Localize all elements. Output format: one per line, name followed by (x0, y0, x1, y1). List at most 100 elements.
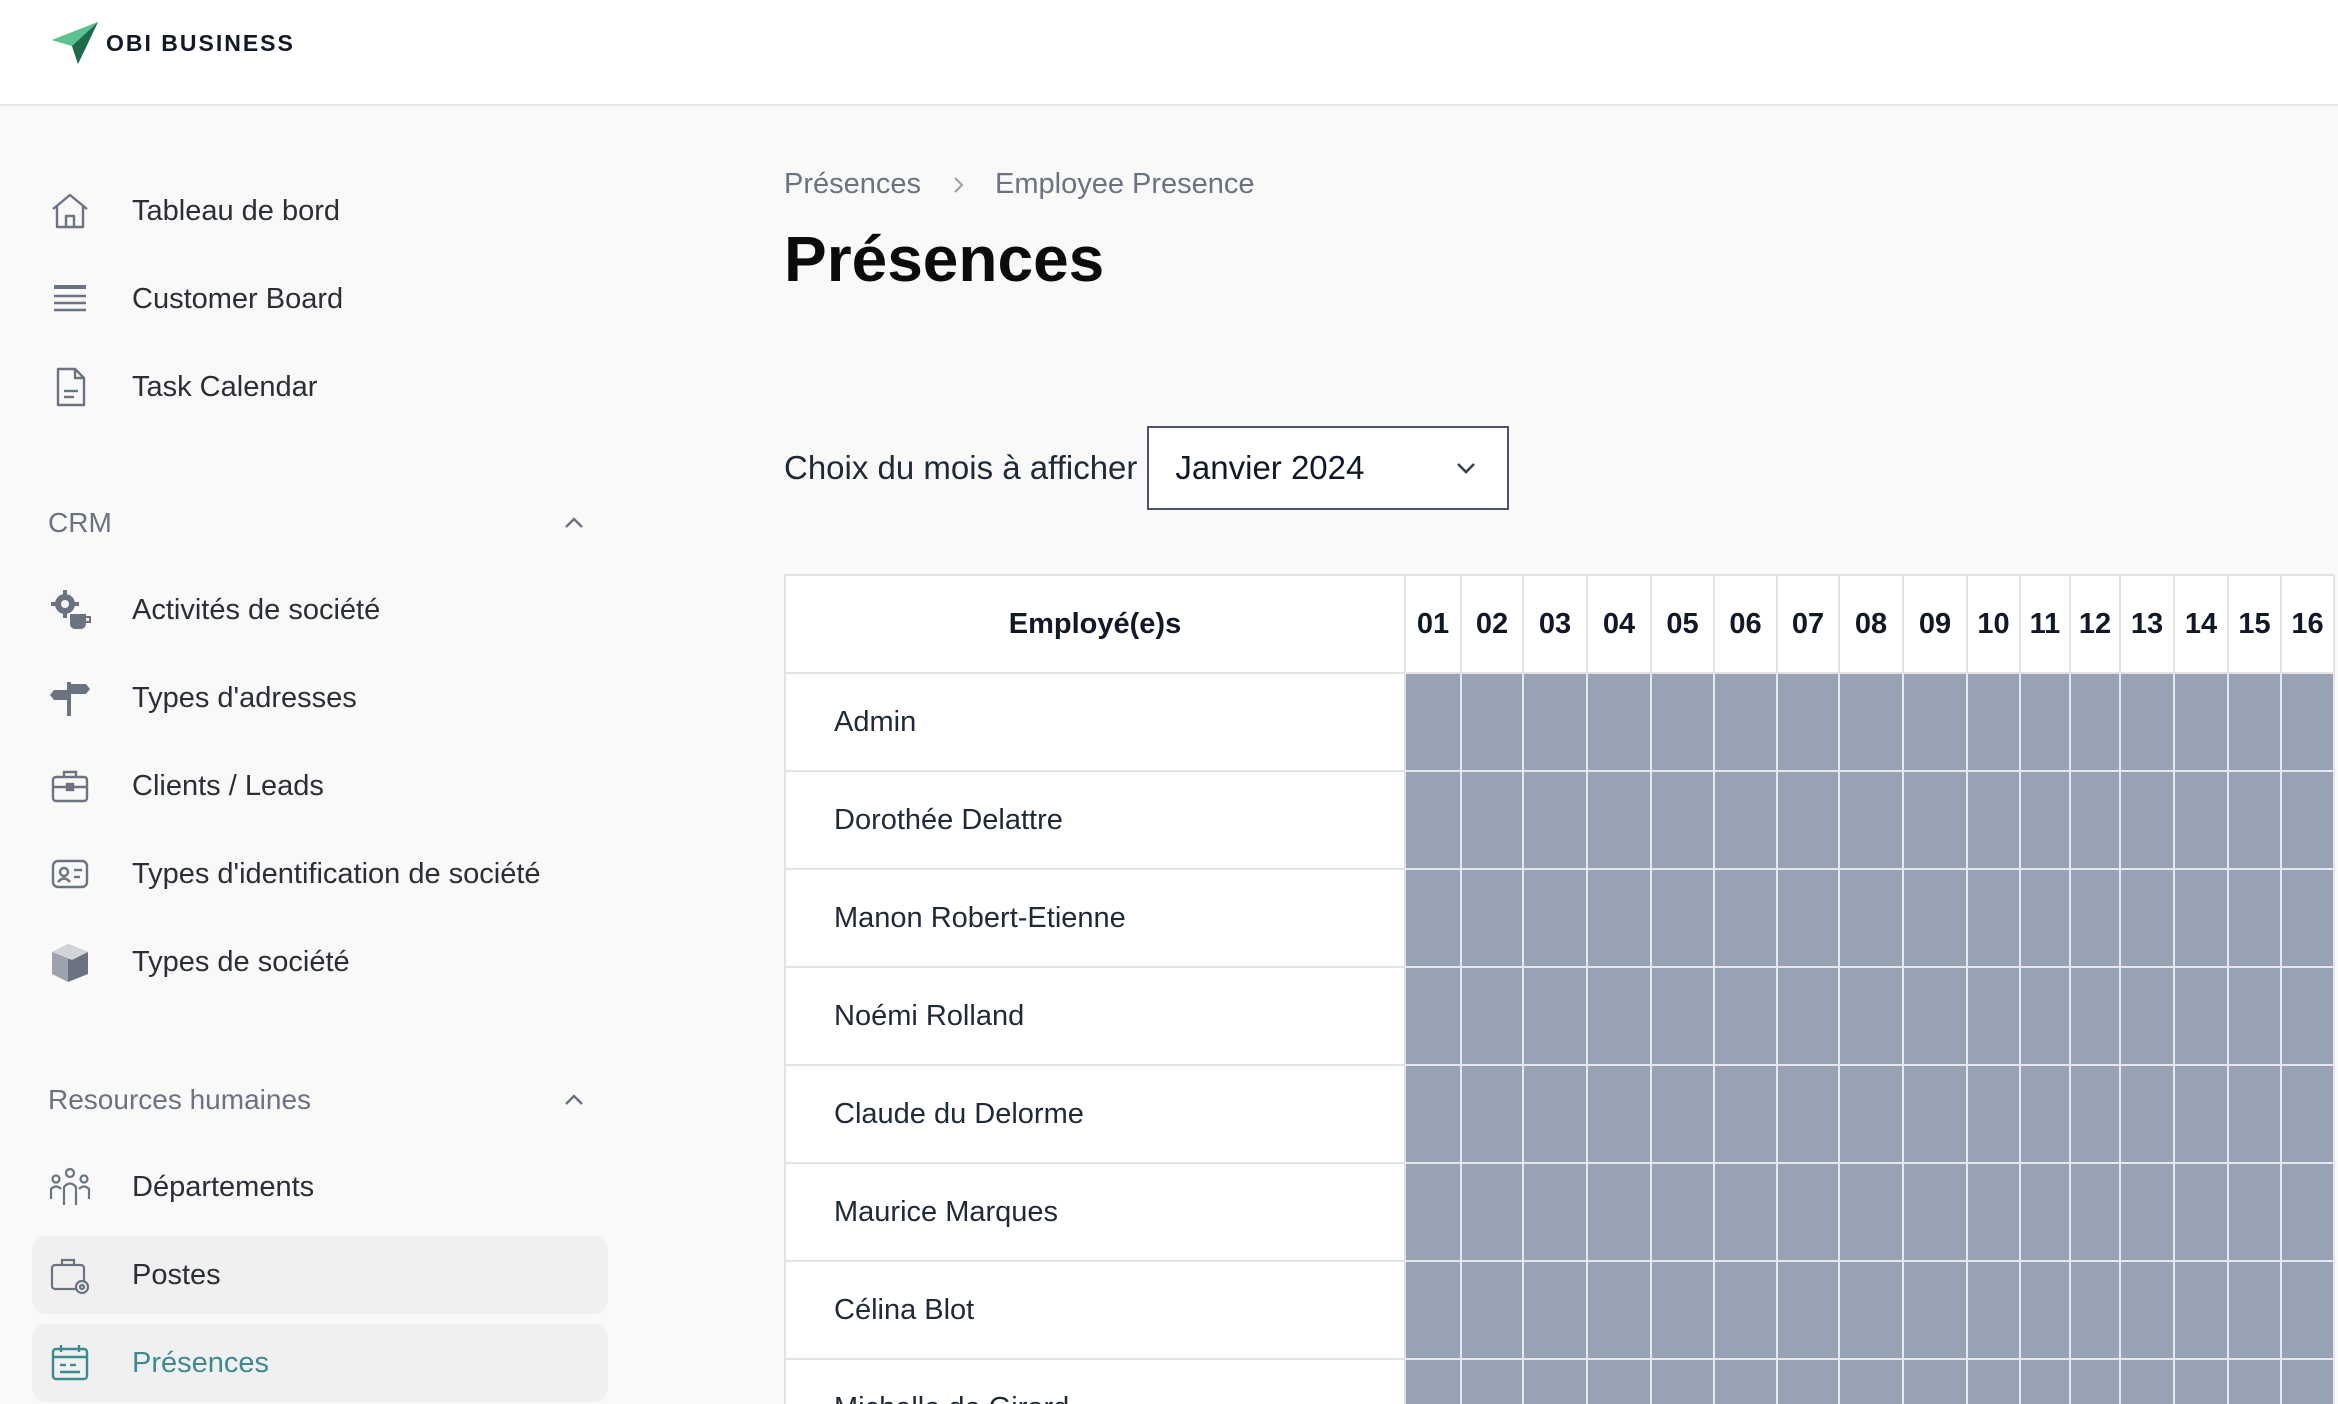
presence-day-cell[interactable] (2227, 672, 2282, 772)
presence-day-cell[interactable] (1966, 1358, 2021, 1404)
presence-day-cell[interactable] (1966, 1260, 2021, 1360)
presence-day-cell[interactable] (1713, 1162, 1778, 1262)
section-toggle-resources-humaines[interactable]: Resources humaines (48, 1075, 588, 1125)
presence-day-cell[interactable] (1902, 770, 1968, 870)
presence-day-cell[interactable] (2173, 868, 2229, 968)
brand-logo[interactable]: OBI BUSINESS (50, 18, 295, 68)
presence-day-cell[interactable] (2019, 672, 2071, 772)
sidebar-item-types-d-adresses[interactable]: Types d'adresses (32, 659, 608, 737)
presence-day-cell[interactable] (1838, 770, 1904, 870)
presence-day-cell[interactable] (2173, 966, 2229, 1066)
presence-day-cell[interactable] (2280, 1260, 2335, 1360)
sidebar-item-customer-board[interactable]: Customer Board (32, 260, 608, 338)
presence-day-cell[interactable] (1404, 966, 1462, 1066)
presence-day-cell[interactable] (1460, 1162, 1524, 1262)
presence-day-cell[interactable] (1776, 1260, 1840, 1360)
presence-day-cell[interactable] (1966, 966, 2021, 1066)
presence-day-cell[interactable] (1586, 770, 1652, 870)
presence-day-cell[interactable] (2119, 966, 2175, 1066)
presence-day-cell[interactable] (1776, 1358, 1840, 1404)
presence-day-cell[interactable] (1522, 966, 1588, 1066)
section-toggle-crm[interactable]: CRM (48, 498, 588, 548)
presence-day-cell[interactable] (2173, 1064, 2229, 1164)
presence-day-cell[interactable] (2280, 672, 2335, 772)
presence-day-cell[interactable] (2227, 1162, 2282, 1262)
presence-day-cell[interactable] (1586, 1162, 1652, 1262)
presence-day-cell[interactable] (1966, 1162, 2021, 1262)
presence-day-cell[interactable] (2019, 966, 2071, 1066)
presence-day-cell[interactable] (1460, 1358, 1524, 1404)
presence-day-cell[interactable] (2280, 1162, 2335, 1262)
presence-day-cell[interactable] (2227, 1358, 2282, 1404)
presence-day-cell[interactable] (2173, 672, 2229, 772)
presence-day-cell[interactable] (2173, 1162, 2229, 1262)
presence-day-cell[interactable] (1650, 1358, 1715, 1404)
presence-day-cell[interactable] (1586, 1358, 1652, 1404)
breadcrumb-presences-link[interactable]: Présences (784, 168, 921, 201)
presence-day-cell[interactable] (2227, 1260, 2282, 1360)
presence-day-cell[interactable] (2280, 1358, 2335, 1404)
presence-day-cell[interactable] (1776, 868, 1840, 968)
presence-day-cell[interactable] (2069, 966, 2121, 1066)
presence-day-cell[interactable] (2173, 1358, 2229, 1404)
presence-day-cell[interactable] (1713, 868, 1778, 968)
presence-day-cell[interactable] (2069, 770, 2121, 870)
presence-day-cell[interactable] (2119, 770, 2175, 870)
presence-day-cell[interactable] (1460, 1064, 1524, 1164)
presence-day-cell[interactable] (1460, 868, 1524, 968)
presence-day-cell[interactable] (1713, 672, 1778, 772)
presence-day-cell[interactable] (1838, 1064, 1904, 1164)
presence-day-cell[interactable] (1586, 868, 1652, 968)
presence-day-cell[interactable] (2069, 868, 2121, 968)
sidebar-item-types-identification[interactable]: Types d'identification de société (32, 835, 608, 913)
presence-day-cell[interactable] (2019, 868, 2071, 968)
sidebar-item-types-de-societe[interactable]: Types de société (32, 923, 608, 1001)
presence-day-cell[interactable] (1522, 1162, 1588, 1262)
presence-day-cell[interactable] (2119, 1260, 2175, 1360)
presence-day-cell[interactable] (1966, 1064, 2021, 1164)
presence-day-cell[interactable] (1838, 966, 1904, 1066)
presence-day-cell[interactable] (2069, 1260, 2121, 1360)
month-select[interactable]: Janvier 2024 (1147, 426, 1510, 510)
sidebar-item-postes[interactable]: Postes (32, 1236, 608, 1314)
presence-day-cell[interactable] (1776, 770, 1840, 870)
presence-day-cell[interactable] (1404, 1358, 1462, 1404)
presence-day-cell[interactable] (2227, 770, 2282, 870)
presence-day-cell[interactable] (1650, 770, 1715, 870)
presence-day-cell[interactable] (1650, 1064, 1715, 1164)
presence-day-cell[interactable] (2119, 672, 2175, 772)
presence-day-cell[interactable] (2019, 1358, 2071, 1404)
presence-day-cell[interactable] (1776, 1064, 1840, 1164)
presence-day-cell[interactable] (1522, 770, 1588, 870)
presence-day-cell[interactable] (1713, 1064, 1778, 1164)
presence-day-cell[interactable] (1460, 770, 1524, 870)
sidebar-item-activites-de-societe[interactable]: Activités de société (32, 571, 608, 649)
presence-day-cell[interactable] (2227, 966, 2282, 1066)
presence-day-cell[interactable] (1838, 1162, 1904, 1262)
presence-day-cell[interactable] (1586, 1260, 1652, 1360)
sidebar-item-task-calendar[interactable]: Task Calendar (32, 348, 608, 426)
presence-day-cell[interactable] (1713, 770, 1778, 870)
presence-day-cell[interactable] (1522, 672, 1588, 772)
presence-day-cell[interactable] (1522, 1260, 1588, 1360)
presence-day-cell[interactable] (2227, 868, 2282, 968)
presence-day-cell[interactable] (1838, 1358, 1904, 1404)
presence-day-cell[interactable] (1966, 868, 2021, 968)
presence-day-cell[interactable] (1404, 672, 1462, 772)
presence-day-cell[interactable] (2173, 1260, 2229, 1360)
presence-day-cell[interactable] (1460, 672, 1524, 772)
presence-day-cell[interactable] (1713, 1260, 1778, 1360)
sidebar-item-clients-leads[interactable]: Clients / Leads (32, 747, 608, 825)
presence-day-cell[interactable] (1713, 1358, 1778, 1404)
presence-day-cell[interactable] (1650, 672, 1715, 772)
presence-day-cell[interactable] (2069, 1064, 2121, 1164)
presence-day-cell[interactable] (2019, 1162, 2071, 1262)
presence-day-cell[interactable] (1404, 868, 1462, 968)
presence-day-cell[interactable] (1838, 868, 1904, 968)
presence-day-cell[interactable] (1902, 868, 1968, 968)
presence-day-cell[interactable] (2280, 1064, 2335, 1164)
presence-day-cell[interactable] (1966, 672, 2021, 772)
presence-day-cell[interactable] (1586, 1064, 1652, 1164)
presence-day-cell[interactable] (1404, 1064, 1462, 1164)
presence-day-cell[interactable] (1902, 672, 1968, 772)
